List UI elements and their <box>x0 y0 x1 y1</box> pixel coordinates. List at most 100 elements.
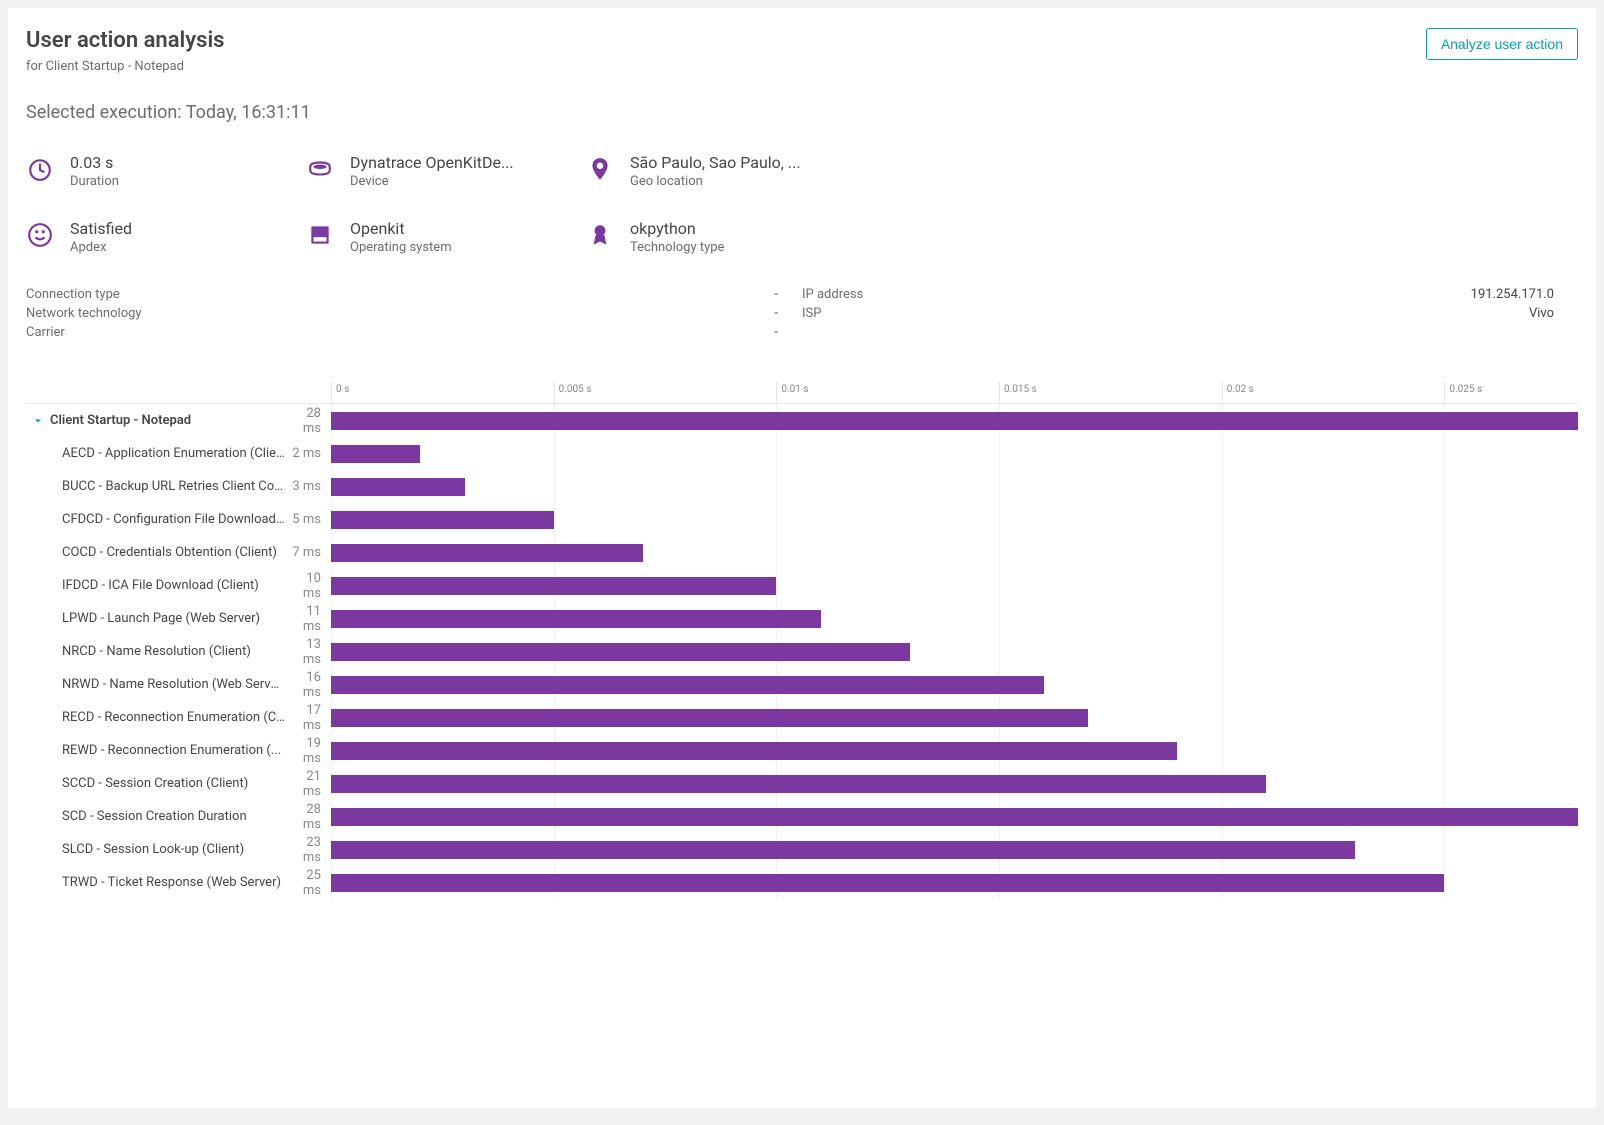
waterfall-label-area: NRWD - Name Resolution (Web Server) <box>26 677 286 692</box>
detail-label: Connection type <box>26 287 120 302</box>
metric-duration-label: Duration <box>70 174 119 189</box>
waterfall-label: BUCC - Backup URL Retries Client Cou... <box>62 479 286 494</box>
detail-label: Network technology <box>26 306 142 321</box>
axis-row: 0 s 0.005 s 0.01 s 0.015 s 0.02 s 0.025 s <box>26 382 1578 404</box>
waterfall-label: AECD - Application Enumeration (Clie... <box>62 446 286 461</box>
waterfall-row: BUCC - Backup URL Retries Client Cou...3… <box>26 470 1578 503</box>
metric-os-label: Operating system <box>350 240 452 255</box>
header-titles: User action analysis for Client Startup … <box>26 28 224 74</box>
waterfall-row: AECD - Application Enumeration (Clie...2… <box>26 437 1578 470</box>
waterfall-label-area: AECD - Application Enumeration (Clie... <box>26 446 286 461</box>
waterfall-label: REWD - Reconnection Enumeration (... <box>62 743 281 758</box>
waterfall-duration: 25 ms <box>286 868 331 898</box>
metric-device-value: Dynatrace OpenKitDe... <box>350 153 514 172</box>
details-right-col: IP address191.254.171.0ISPVivo <box>802 285 1578 342</box>
waterfall-label-area: BUCC - Backup URL Retries Client Cou... <box>26 479 286 494</box>
waterfall-duration: 19 ms <box>286 736 331 766</box>
waterfall-label: SCCD - Session Creation (Client) <box>62 776 248 791</box>
axis-tick: 0.02 s <box>1222 382 1254 403</box>
ribbon-icon <box>586 221 614 249</box>
waterfall-bar <box>331 709 1088 727</box>
waterfall-label: SCD - Session Creation Duration <box>62 809 247 824</box>
waterfall-duration: 17 ms <box>286 703 331 733</box>
detail-value: - <box>774 306 778 321</box>
waterfall-duration: 28 ms <box>286 802 331 832</box>
waterfall-label: Client Startup - Notepad <box>50 413 191 428</box>
detail-value: - <box>774 287 778 302</box>
waterfall-bar <box>331 643 910 661</box>
waterfall-bar-cell <box>331 404 1578 437</box>
page-title: User action analysis <box>26 28 224 53</box>
waterfall-duration: 16 ms <box>286 670 331 700</box>
metric-geo: São Paulo, Sao Paulo, ... Geo location <box>586 153 866 189</box>
waterfall-bar-cell <box>331 668 1578 701</box>
waterfall-row: SLCD - Session Look-up (Client) 23 ms <box>26 833 1578 866</box>
axis-tick: 0 s <box>331 382 349 403</box>
waterfall-bar-cell <box>331 569 1578 602</box>
device-icon <box>306 155 334 183</box>
waterfall-label-area: LPWD - Launch Page (Web Server) <box>26 611 286 626</box>
waterfall-bar <box>331 775 1266 793</box>
waterfall-label-area: Client Startup - Notepad <box>26 413 286 428</box>
waterfall-duration: 23 ms <box>286 835 331 865</box>
waterfall-row: LPWD - Launch Page (Web Server)11 ms <box>26 602 1578 635</box>
waterfall-label-area: COCD - Credentials Obtention (Client) <box>26 545 286 560</box>
waterfall-row: IFDCD - ICA File Download (Client)10 ms <box>26 569 1578 602</box>
chevron-down-icon[interactable] <box>32 415 46 427</box>
smile-icon <box>26 221 54 249</box>
waterfall-duration: 7 ms <box>286 545 331 560</box>
waterfall-label-area: IFDCD - ICA File Download (Client) <box>26 578 286 593</box>
waterfall-bar <box>331 511 554 529</box>
header: User action analysis for Client Startup … <box>26 28 1578 74</box>
waterfall-bar-cell <box>331 503 1578 536</box>
waterfall-label-area: SCCD - Session Creation (Client) <box>26 776 286 791</box>
detail-value: - <box>774 325 778 340</box>
waterfall-label-area: REWD - Reconnection Enumeration (... <box>26 743 286 758</box>
axis-tick: 0.025 s <box>1444 382 1482 403</box>
waterfall-bar <box>331 874 1444 892</box>
metric-duration-value: 0.03 s <box>70 153 119 172</box>
waterfall-label: NRWD - Name Resolution (Web Server) <box>62 677 286 692</box>
waterfall-label: LPWD - Launch Page (Web Server) <box>62 611 260 626</box>
waterfall-label-area: NRCD - Name Resolution (Client) <box>26 644 286 659</box>
waterfall-bar <box>331 742 1177 760</box>
waterfall-bar <box>331 577 776 595</box>
axis-tick: 0.015 s <box>999 382 1037 403</box>
metric-tech-label: Technology type <box>630 240 724 255</box>
waterfall-row: NRCD - Name Resolution (Client)13 ms <box>26 635 1578 668</box>
waterfall-label-area: SCD - Session Creation Duration <box>26 809 286 824</box>
axis-tick: 0.01 s <box>776 382 808 403</box>
waterfall-body: Client Startup - Notepad28 msAECD - Appl… <box>26 404 1578 899</box>
analyze-user-action-button[interactable]: Analyze user action <box>1426 28 1578 60</box>
waterfall-bar-cell <box>331 635 1578 668</box>
details-section: Connection type-Network technology-Carri… <box>26 285 1578 342</box>
metric-duration: 0.03 s Duration <box>26 153 306 189</box>
waterfall-row: NRWD - Name Resolution (Web Server)16 ms <box>26 668 1578 701</box>
metric-geo-value: São Paulo, Sao Paulo, ... <box>630 153 801 172</box>
waterfall-row: SCD - Session Creation Duration 28 ms <box>26 800 1578 833</box>
waterfall-bar-cell <box>331 866 1578 899</box>
metric-device-label: Device <box>350 174 514 189</box>
waterfall-row: TRWD - Ticket Response (Web Server)25 ms <box>26 866 1578 899</box>
waterfall-chart: 0 s 0.005 s 0.01 s 0.015 s 0.02 s 0.025 s Cli… <box>26 382 1578 899</box>
metric-apdex: Satisfied Apdex <box>26 219 306 255</box>
page-container: User action analysis for Client Startup … <box>8 8 1596 1108</box>
waterfall-bar-cell <box>331 602 1578 635</box>
waterfall-bar-cell <box>331 734 1578 767</box>
waterfall-duration: 28 ms <box>286 406 331 436</box>
server-icon <box>306 221 334 249</box>
stopwatch-icon <box>26 155 54 183</box>
waterfall-duration: 13 ms <box>286 637 331 667</box>
waterfall-duration: 3 ms <box>286 479 331 494</box>
waterfall-label-area: RECD - Reconnection Enumeration (Cl... <box>26 710 286 725</box>
detail-line: Network technology - <box>26 304 802 323</box>
axis-area: 0 s 0.005 s 0.01 s 0.015 s 0.02 s 0.025 s <box>331 382 1578 403</box>
axis-tick: 0.005 s <box>554 382 592 403</box>
waterfall-row[interactable]: Client Startup - Notepad 28 ms <box>26 404 1578 437</box>
waterfall-label: SLCD - Session Look-up (Client) <box>62 842 244 857</box>
metrics-col-1: 0.03 s Duration Satisfied Apdex <box>26 153 306 255</box>
detail-value: Vivo <box>1529 306 1554 321</box>
waterfall-bar <box>331 841 1355 859</box>
metrics-grid: 0.03 s Duration Satisfied Apdex <box>26 153 1578 255</box>
metric-tech: okpython Technology type <box>586 219 866 255</box>
